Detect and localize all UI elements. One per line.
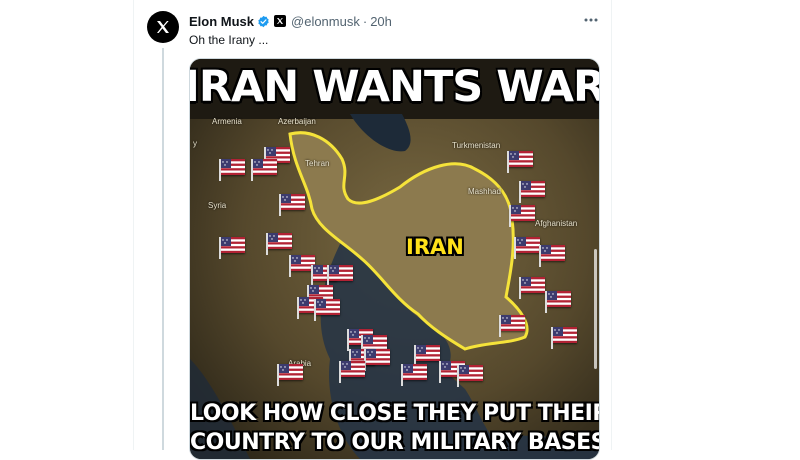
tweet[interactable]: Elon Musk @elonmusk · 20h Oh the Irany .… [134, 0, 611, 460]
avatar[interactable] [147, 11, 179, 43]
tweet-text: Oh the Irany ... [189, 33, 269, 47]
us-flag-icon [519, 277, 545, 299]
image-headline: IRAN WANTS WAR [189, 62, 600, 112]
us-flag-icon [414, 345, 440, 367]
us-flag-icon [327, 265, 353, 287]
caption-line-1: LOOK HOW CLOSE THEY PUT THEIR [190, 401, 600, 426]
author-handle[interactable]: @elonmusk [291, 14, 360, 29]
timestamp[interactable]: 20h [370, 14, 392, 29]
caption-line-2: COUNTRY TO OUR MILITARY BASES [190, 430, 600, 455]
us-flag-icon [364, 349, 390, 371]
label-edge: y [193, 139, 197, 148]
label-turkmenistan: Turkmenistan [452, 141, 501, 150]
media-scrollbar[interactable] [594, 249, 597, 369]
tweet-header: Elon Musk @elonmusk · 20h [189, 12, 392, 30]
affiliate-x-badge-icon [274, 15, 287, 27]
us-flag-icon [314, 299, 340, 321]
us-flag-icon [514, 237, 540, 259]
us-flag-icon [519, 181, 545, 203]
label-tehran: Tehran [305, 159, 330, 168]
label-mashhad: Mashhad [468, 187, 501, 196]
iran-label: IRAN [406, 235, 464, 259]
label-armenia: Armenia [212, 117, 242, 126]
us-flag-icon [339, 361, 365, 383]
image-caption: LOOK HOW CLOSE THEY PUT THEIR COUNTRY TO… [190, 399, 599, 457]
x-logo-icon [157, 21, 169, 33]
label-syria: Syria [208, 201, 227, 210]
us-flag-icon [551, 327, 577, 349]
us-flag-icon [507, 151, 533, 173]
tweet-media-image[interactable]: Armenia Azerbaijan Turkmenistan Afghanis… [189, 58, 600, 460]
us-flag-icon [251, 159, 277, 181]
label-afghanistan: Afghanistan [535, 219, 578, 228]
us-flag-icon [279, 194, 305, 216]
thread-line [162, 48, 164, 450]
more-options-icon[interactable] [580, 10, 602, 30]
us-flag-icon [219, 237, 245, 259]
column-border-right [611, 0, 612, 450]
us-flag-icon [277, 364, 303, 386]
us-flag-icon [457, 365, 483, 387]
us-flag-icon [266, 233, 292, 255]
us-flag-icon [499, 315, 525, 337]
label-azerbaijan: Azerbaijan [278, 117, 316, 126]
separator-dot: · [362, 13, 368, 29]
us-flag-icon [401, 364, 427, 386]
author-name[interactable]: Elon Musk [189, 14, 254, 29]
us-flag-icon [545, 291, 571, 313]
verified-badge-icon [257, 15, 270, 28]
us-flag-icon [539, 245, 565, 267]
us-flag-icon [219, 159, 245, 181]
us-flag-icon [509, 205, 535, 227]
